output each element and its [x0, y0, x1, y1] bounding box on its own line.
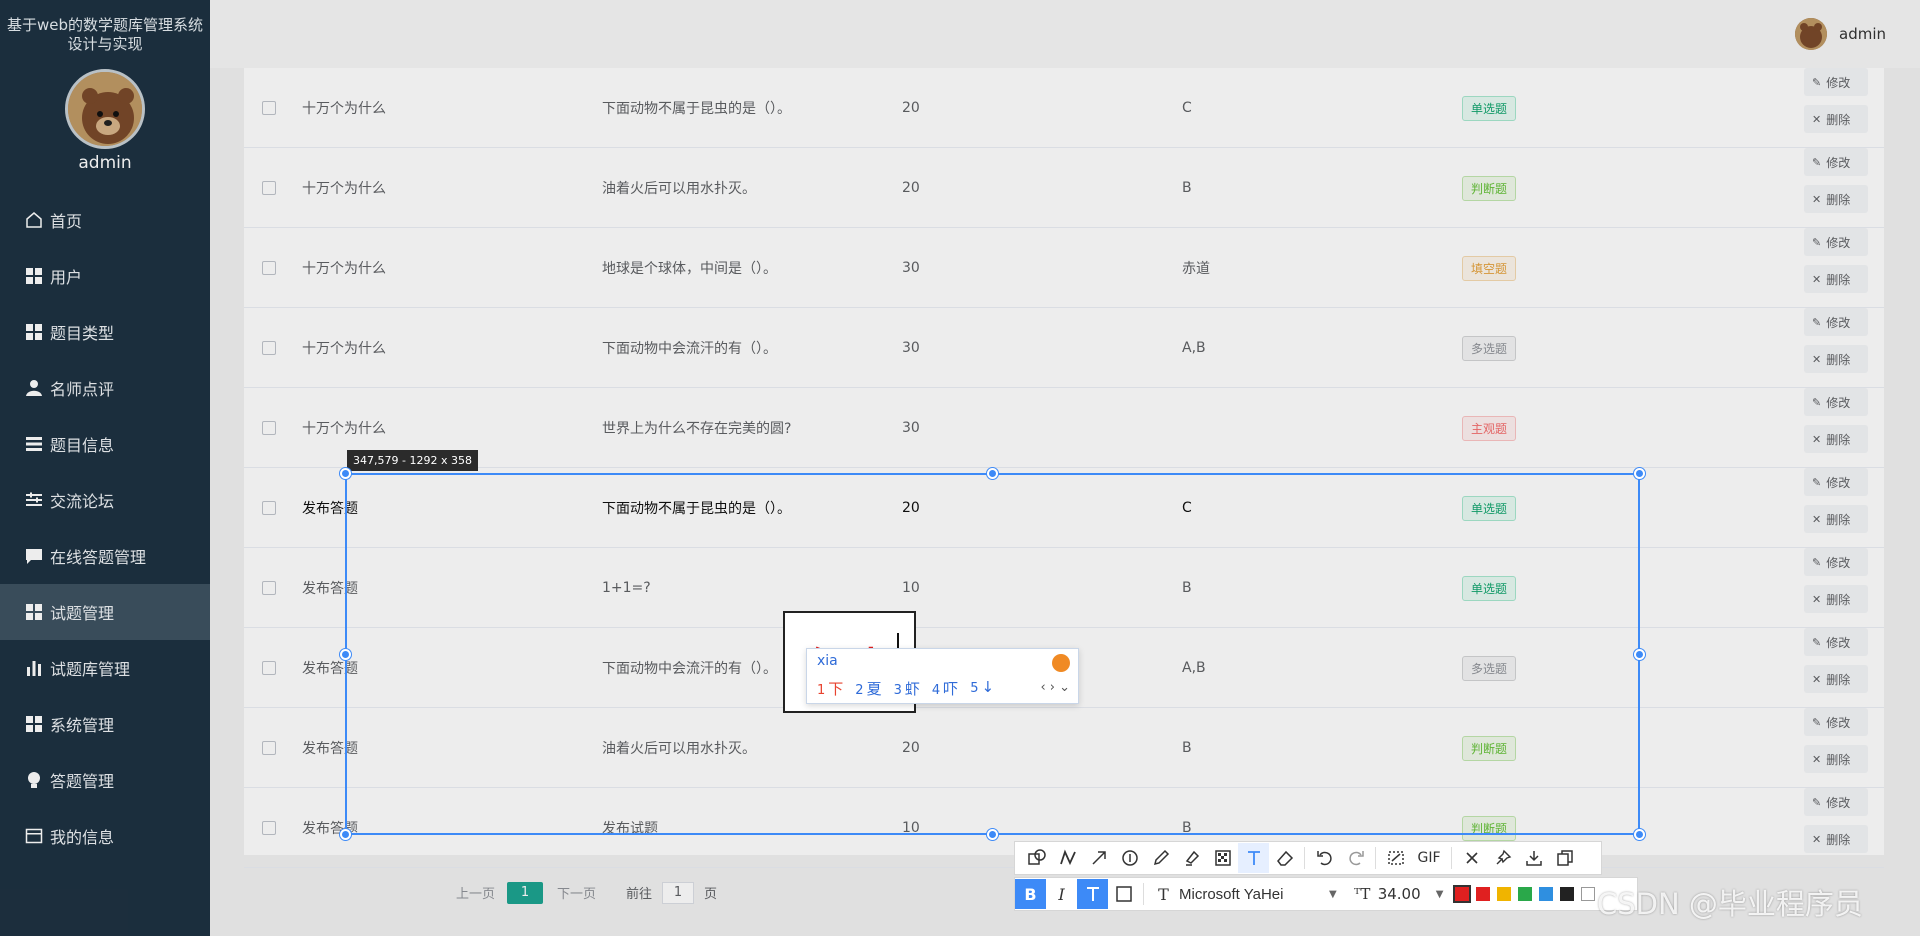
ime-pinyin: xia: [817, 653, 838, 669]
color-swatch[interactable]: [1476, 887, 1491, 901]
italic-toggle[interactable]: I: [1046, 879, 1077, 909]
highlighter-tool-icon[interactable]: [1176, 843, 1207, 873]
text-options-toolbar: B I T Microsoft YaHei ▼ ᵀT 34.00 ▼: [1014, 877, 1638, 911]
color-swatch[interactable]: [1539, 887, 1554, 901]
text-background-icon[interactable]: [1108, 879, 1139, 909]
ime-candidates: 1下 2夏 3虾 4吓 5 ↓: [817, 678, 1006, 699]
watermark: CSDN @毕业程序员: [1597, 887, 1863, 921]
resize-handle-t[interactable]: [987, 468, 998, 479]
ime-candidate[interactable]: 1下: [817, 678, 843, 699]
download-icon[interactable]: [1518, 843, 1549, 873]
ime-candidate-window: xia 1下 2夏 3虾 4吓 5 ↓ ‹ › ⌄: [806, 648, 1079, 704]
shape-tool-icon[interactable]: [1021, 843, 1052, 873]
ime-logo-icon: [1052, 654, 1070, 672]
color-swatch[interactable]: [1581, 887, 1596, 901]
copy-icon[interactable]: [1549, 843, 1580, 873]
redo-icon[interactable]: [1340, 843, 1371, 873]
arrow-tool-icon[interactable]: [1083, 843, 1114, 873]
color-swatch[interactable]: [1518, 887, 1533, 901]
text-tool-icon[interactable]: [1238, 843, 1269, 873]
number-tool-icon[interactable]: [1114, 843, 1145, 873]
color-swatch-selected[interactable]: [1453, 885, 1472, 903]
font-size-select[interactable]: 34.00: [1378, 885, 1436, 903]
font-family-select[interactable]: Microsoft YaHei: [1179, 886, 1329, 903]
undo-icon[interactable]: [1309, 843, 1340, 873]
resize-handle-tr[interactable]: [1634, 468, 1645, 479]
ime-candidate[interactable]: 5 ↓: [970, 678, 994, 699]
font-family-icon: T: [1158, 884, 1169, 904]
font-size-icon: ᵀT: [1354, 885, 1371, 903]
gif-button[interactable]: GIF: [1411, 843, 1447, 873]
bold-toggle[interactable]: B: [1015, 879, 1046, 909]
pencil-tool-icon[interactable]: [1145, 843, 1176, 873]
text-outline-icon[interactable]: [1077, 879, 1108, 909]
color-swatch[interactable]: [1560, 887, 1575, 901]
resize-handle-l[interactable]: [340, 649, 351, 660]
resize-handle-bl[interactable]: [340, 829, 351, 840]
mosaic-tool-icon[interactable]: [1207, 843, 1238, 873]
resize-handle-br[interactable]: [1634, 829, 1645, 840]
ime-candidate[interactable]: 3虾: [894, 678, 920, 699]
color-swatch[interactable]: [1497, 887, 1512, 901]
pen-curve-tool-icon[interactable]: [1052, 843, 1083, 873]
chevron-down-icon[interactable]: ▼: [1436, 889, 1444, 900]
selection-size-label: 347,579 - 1292 x 358: [347, 450, 478, 471]
pin-screenshot-icon[interactable]: [1380, 843, 1411, 873]
ime-page-nav[interactable]: ‹ › ⌄: [1040, 680, 1070, 695]
eraser-tool-icon[interactable]: [1269, 843, 1300, 873]
pin-icon[interactable]: [1487, 843, 1518, 873]
resize-handle-tl[interactable]: [340, 468, 351, 479]
resize-handle-r[interactable]: [1634, 649, 1645, 660]
ime-candidate[interactable]: 4吓: [932, 678, 958, 699]
chevron-down-icon[interactable]: ▼: [1329, 889, 1337, 900]
close-icon[interactable]: [1456, 843, 1487, 873]
ime-candidate[interactable]: 2夏: [855, 678, 881, 699]
screenshot-toolbar: GIF: [1014, 841, 1602, 875]
resize-handle-b[interactable]: [987, 829, 998, 840]
